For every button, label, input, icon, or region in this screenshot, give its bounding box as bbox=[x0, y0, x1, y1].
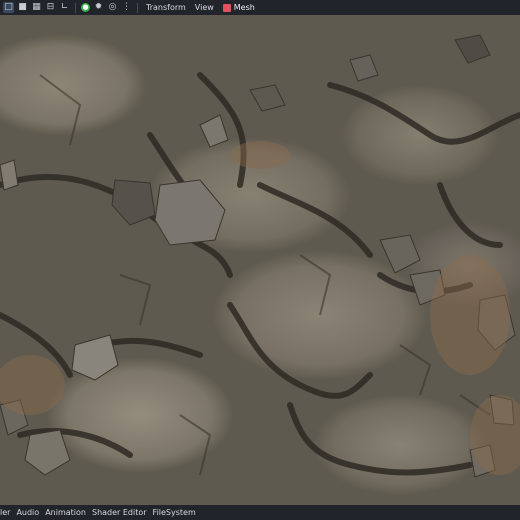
mesh-label: Mesh bbox=[233, 3, 255, 12]
more-icon[interactable]: ⋮ bbox=[121, 2, 132, 13]
rock-terrain bbox=[0, 34, 520, 478]
view-menu[interactable]: View bbox=[192, 3, 217, 12]
tab-shader-editor[interactable]: Shader Editor bbox=[92, 508, 147, 517]
tab-filesystem[interactable]: FileSystem bbox=[153, 508, 196, 517]
pivot-icon[interactable]: ✹ bbox=[93, 2, 104, 13]
mesh-icon bbox=[222, 3, 231, 12]
group-icon[interactable]: ▦ bbox=[31, 2, 42, 13]
tab-debugger[interactable]: ler bbox=[0, 508, 10, 517]
select-icon[interactable]: □ bbox=[3, 2, 14, 13]
tab-audio[interactable]: Audio bbox=[16, 508, 39, 517]
script-icon[interactable]: ● bbox=[81, 3, 90, 12]
origin-icon[interactable]: ◎ bbox=[107, 2, 118, 13]
mesh-button[interactable]: Mesh bbox=[220, 3, 258, 12]
ruler-icon[interactable]: ∟ bbox=[59, 2, 70, 13]
toolbar-divider bbox=[137, 2, 138, 13]
bottom-panel-tabs: ler Audio Animation Shader Editor FileSy… bbox=[0, 505, 520, 520]
grid-snap-icon[interactable]: ⊟ bbox=[45, 2, 56, 13]
transform-menu[interactable]: Transform bbox=[143, 3, 189, 12]
viewport-toolbar: □ ■ ▦ ⊟ ∟ ● ✹ ◎ ⋮ Transform View Mesh bbox=[0, 0, 520, 15]
tab-animation[interactable]: Animation bbox=[45, 508, 86, 517]
3d-viewport[interactable] bbox=[0, 15, 520, 505]
toolbar-divider bbox=[75, 2, 76, 13]
lock-icon[interactable]: ■ bbox=[17, 2, 28, 13]
